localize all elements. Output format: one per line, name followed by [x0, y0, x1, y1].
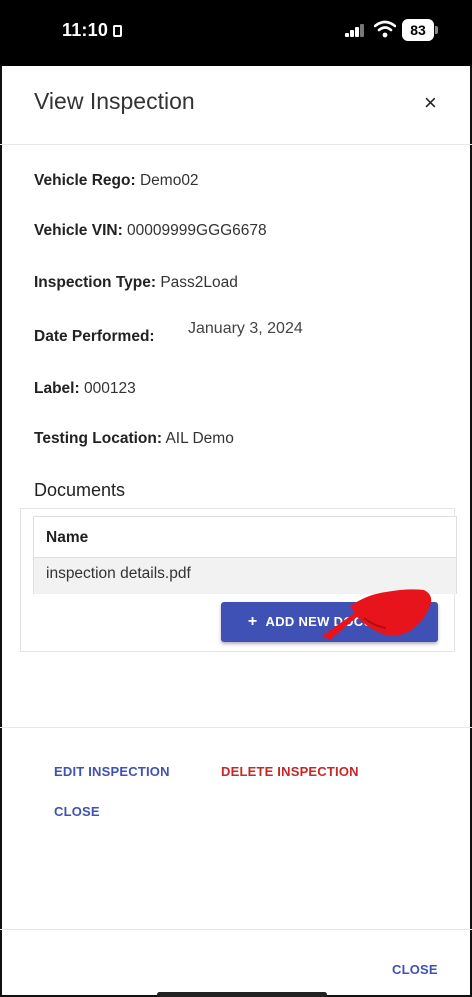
close-icon[interactable]: ×: [424, 90, 437, 116]
vehicle-rego-value: Demo02: [139, 172, 199, 189]
close-link-button[interactable]: CLOSE: [54, 804, 100, 819]
actions-divider: [0, 727, 472, 728]
inspection-type-value: Pass2Load: [160, 274, 238, 291]
vehicle-vin-label: Vehicle VIN:: [34, 222, 123, 239]
vehicle-rego-field: Vehicle Rego: Demo02: [34, 172, 199, 190]
table-header-name: Name: [33, 516, 457, 558]
inspection-type-field: Inspection Type: Pass2Load: [34, 274, 238, 292]
home-indicator: [157, 992, 327, 997]
inspection-type-label: Inspection Type:: [34, 274, 157, 291]
footer-divider: [0, 929, 472, 930]
documents-heading: Documents: [34, 480, 126, 500]
testing-location-value: AIL Demo: [165, 430, 234, 447]
vehicle-vin-field: Vehicle VIN: 00009999GGG6678: [34, 222, 267, 240]
documents-table: Name inspection details.pdf: [33, 516, 457, 594]
signal-icon: [345, 23, 365, 37]
label-field: Label: 000123: [34, 380, 136, 398]
plus-icon: +: [247, 613, 258, 630]
clock-text: 11:10: [62, 20, 109, 40]
vehicle-vin-value: 00009999GGG6678: [127, 222, 267, 239]
status-time: 11:10: [62, 20, 123, 41]
pointing-hand-icon: [322, 589, 432, 640]
wifi-icon: [374, 20, 396, 38]
status-bar: 11:10 83: [0, 0, 472, 66]
label-value: 000123: [83, 380, 136, 397]
label-label: Label:: [34, 380, 80, 397]
lock-screen-icon: [113, 25, 123, 37]
date-performed-value: January 3, 2024: [188, 320, 303, 337]
battery-icon: 83: [402, 19, 438, 41]
footer-close-button[interactable]: CLOSE: [392, 962, 438, 977]
dialog-header: View Inspection ×: [0, 66, 472, 145]
page-title: View Inspection: [34, 88, 195, 114]
delete-inspection-button[interactable]: DELETE INSPECTION: [221, 764, 359, 779]
edit-inspection-button[interactable]: EDIT INSPECTION: [54, 764, 170, 779]
vehicle-rego-label: Vehicle Rego:: [34, 172, 136, 189]
date-performed-field: Date Performed:: [34, 328, 155, 346]
testing-location-label: Testing Location:: [34, 430, 163, 447]
testing-location-field: Testing Location: AIL Demo: [34, 430, 234, 448]
date-performed-label: Date Performed:: [34, 328, 155, 345]
